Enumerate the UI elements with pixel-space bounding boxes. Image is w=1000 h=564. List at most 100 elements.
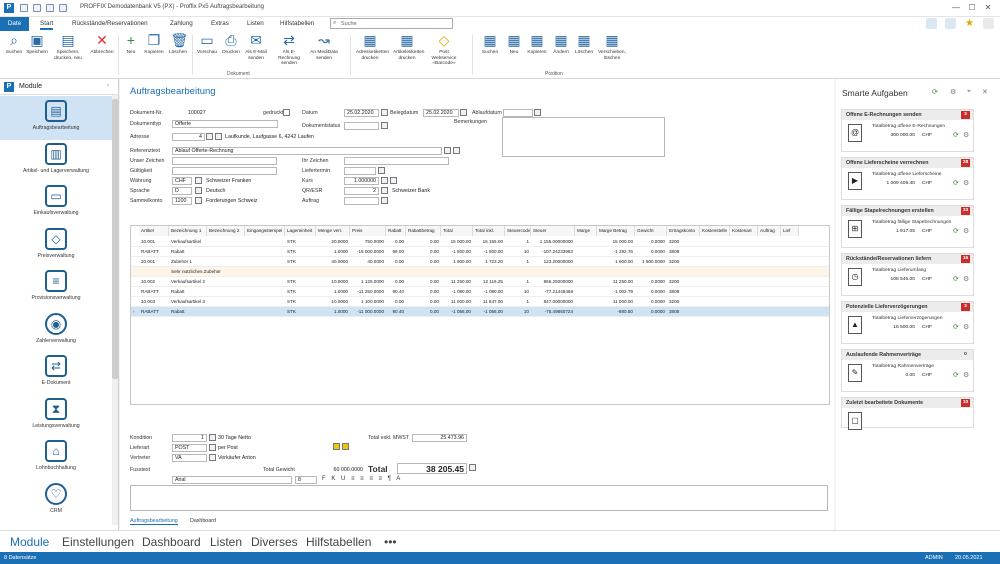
ribbon-save-print-new-button[interactable]: ▤ Speichern, drucken, neu — [54, 33, 82, 61]
grid-header-cell[interactable]: Rabatt — [386, 226, 406, 236]
dokumentstatus-field[interactable] — [344, 122, 379, 130]
calculator-icon[interactable] — [469, 464, 476, 471]
ribbon-print-button[interactable]: ⎙ Drucken — [217, 33, 245, 56]
qr-esr-lookup-icon[interactable] — [381, 187, 388, 194]
help-icon[interactable] — [983, 18, 994, 29]
maximize-button[interactable]: ☐ — [966, 3, 978, 13]
adresse-nr-field[interactable]: 4 — [172, 133, 205, 141]
refresh-icon[interactable]: ⟳ — [953, 323, 959, 331]
quick-save-icon[interactable] — [20, 4, 28, 12]
kurs-field[interactable]: 1.000000 — [344, 177, 379, 185]
refresh-icon[interactable]: ⟳ — [932, 88, 938, 96]
format-toolbar[interactable]: F K U ≡ ≡ ≡ ≡ ¶ A — [322, 476, 402, 482]
close-button[interactable]: ✕ — [982, 3, 994, 13]
sidebar-scroll-thumb[interactable] — [112, 99, 118, 379]
notes-icon[interactable] — [333, 443, 340, 450]
menu-file[interactable]: Date — [0, 17, 29, 31]
table-row[interactable]: 20.001 Zubehör 1 STK 40.0000 40.0000 0.00 0.00… — [131, 257, 829, 267]
sidebar-item-einkauf[interactable]: ▭ Einkaufsverwaltung — [0, 181, 112, 225]
sidebar-item-preis[interactable]: ◇ Preisverwaltung — [0, 224, 112, 268]
ribbon-address-labels-button[interactable]: ▦ Adressetiketten drucken — [356, 33, 389, 61]
settings-icon[interactable]: ⚙ — [950, 88, 956, 96]
grid-header-cell[interactable]: Eingangsstempel — [245, 226, 285, 236]
ribbon-email-button[interactable]: ✉ Als E-Mail senden — [242, 33, 270, 61]
refresh-icon[interactable]: ⟳ — [953, 371, 959, 379]
ribbon-post-barcode-button[interactable]: ◇ Post Webservice «Barcode» — [430, 33, 458, 67]
quick-settings-icon[interactable] — [33, 4, 41, 12]
grid-header-cell[interactable]: Lagereinheit — [285, 226, 316, 236]
nav-more[interactable]: ••• — [384, 535, 397, 549]
collapse-icon[interactable]: ‹ — [107, 83, 109, 89]
nav-listen[interactable]: Listen — [210, 535, 242, 549]
nav-hilfstabellen[interactable]: Hilfstabellen — [306, 535, 371, 549]
menu-listen[interactable]: Listen — [247, 20, 264, 27]
grid-header-cell[interactable]: Bezeichnung 2 — [207, 226, 245, 236]
grid-header-cell[interactable]: Kostenart — [730, 226, 758, 236]
settings-icon[interactable]: ⚙ — [963, 179, 969, 187]
ribbon-delete-button[interactable]: 🗑 Löschen — [164, 33, 192, 56]
datum-calendar-icon[interactable] — [381, 109, 388, 116]
smart-task-card[interactable]: Fällige Stapelrechnungen erstellen 33 ⊞ Tot… — [841, 205, 974, 248]
minimize-button[interactable]: — — [950, 3, 962, 13]
table-row[interactable]: Sehr nützliches Zubehör — [131, 267, 829, 277]
sidebar-item-auftragsbearbeitung[interactable]: ▤ Auftragsbearbeitung — [0, 96, 112, 140]
lieferart-lookup-icon[interactable] — [209, 444, 216, 451]
nav-einstellungen[interactable]: Einstellungen — [62, 535, 134, 549]
menu-start[interactable]: Start — [40, 20, 54, 30]
table-row[interactable]: › RABATT Rabatt STK 1.0000 -11 000.0000 90.40 0… — [131, 307, 829, 317]
menu-rueckstaende[interactable]: Rückstände/Reservationen — [72, 20, 148, 27]
ribbon-position-delete-button[interactable]: ▦ Löschen — [570, 33, 598, 56]
address-open-icon[interactable] — [215, 133, 222, 140]
panel-close-icon[interactable]: ✕ — [982, 88, 988, 96]
vertreter-field[interactable]: VA — [172, 454, 207, 462]
table-row[interactable]: 10.001 Verkaufsartikel STK 20.0000 750.0000 0… — [131, 237, 829, 247]
folder-icon[interactable] — [342, 443, 349, 450]
referenztext-list-icon[interactable] — [453, 147, 460, 154]
kondition-field[interactable]: 1 — [172, 434, 207, 442]
smart-task-card[interactable]: Offene E-Rechnungen senden 3 @ Totalbetrag … — [841, 109, 974, 152]
table-row[interactable]: RABATT Rabatt STK 1.0000 -15 000.0000 99.00 0.… — [131, 247, 829, 257]
grid-header-cell[interactable]: Menge verr. — [316, 226, 350, 236]
nav-dashboard[interactable]: Dashboard — [142, 535, 201, 549]
settings-icon[interactable]: ⚙ — [963, 371, 969, 379]
ihr-zeichen-field[interactable] — [344, 157, 449, 165]
smart-task-card[interactable]: Zuletzt bearbeitete Dokumente 10 ▢ — [841, 397, 974, 430]
auftrag-lookup-icon[interactable] — [381, 197, 388, 204]
ablaufdatum-field[interactable] — [503, 109, 533, 117]
chart-icon[interactable] — [926, 18, 937, 29]
sprache-lookup-icon[interactable] — [195, 187, 202, 194]
grid-header-cell[interactable]: Preis — [350, 226, 386, 236]
grid-header-cell[interactable]: Kostenstelle — [700, 226, 730, 236]
grid-header-cell[interactable]: Total — [441, 226, 473, 236]
table-row[interactable]: RABATT Rabatt STK 1.0000 -11 250.0000 90.40 0.… — [131, 287, 829, 297]
ribbon-position-move-button[interactable]: ▦ Verschieben, löschen — [598, 33, 626, 61]
refresh-icon[interactable]: ⟳ — [953, 131, 959, 139]
datum-field[interactable]: 25.02.2020 — [344, 109, 379, 117]
grid-header-cell[interactable]: Lief — [781, 226, 799, 236]
referenztext-edit-icon[interactable] — [444, 147, 451, 154]
settings-icon[interactable]: ⚙ — [963, 275, 969, 283]
address-lookup-icon[interactable] — [206, 133, 213, 140]
fusstext-editor[interactable] — [130, 485, 828, 511]
referenztext-select[interactable]: Ablauf Offerte-Rechnung — [172, 147, 442, 155]
qr-esr-field[interactable]: 2 — [344, 187, 379, 195]
table-row[interactable]: 10.002 Verkaufsartikel 2 STK 10.0000 1 125.0… — [131, 277, 829, 287]
ribbon-save-button[interactable]: ▣ Speichern — [23, 33, 51, 56]
font-select[interactable]: Arial — [172, 476, 292, 484]
liefertermin-field[interactable] — [344, 167, 376, 175]
settings-icon[interactable]: ⚙ — [963, 227, 969, 235]
kurs-folder-icon[interactable] — [390, 177, 397, 184]
gueltigkeit-field[interactable] — [172, 167, 277, 175]
sammelkonto-field[interactable]: 1100 — [172, 197, 192, 205]
ribbon-cancel-button[interactable]: ✕ Abbrechen — [88, 33, 116, 56]
menu-extras[interactable]: Extras — [211, 20, 229, 27]
grid-header-cell[interactable]: Marge — [575, 226, 597, 236]
sprache-code-field[interactable]: D — [172, 187, 192, 195]
vertreter-lookup-icon[interactable] — [209, 454, 216, 461]
grid-header-cell[interactable]: Bezeichnung 1 — [169, 226, 207, 236]
tab-dashboard[interactable]: Dashboard — [190, 518, 216, 524]
ablaufdatum-calendar-icon[interactable] — [534, 109, 541, 116]
quick-print-icon[interactable] — [46, 4, 54, 12]
gedruckt-checkbox[interactable] — [283, 109, 290, 116]
dokumentstatus-icon[interactable] — [381, 122, 388, 129]
